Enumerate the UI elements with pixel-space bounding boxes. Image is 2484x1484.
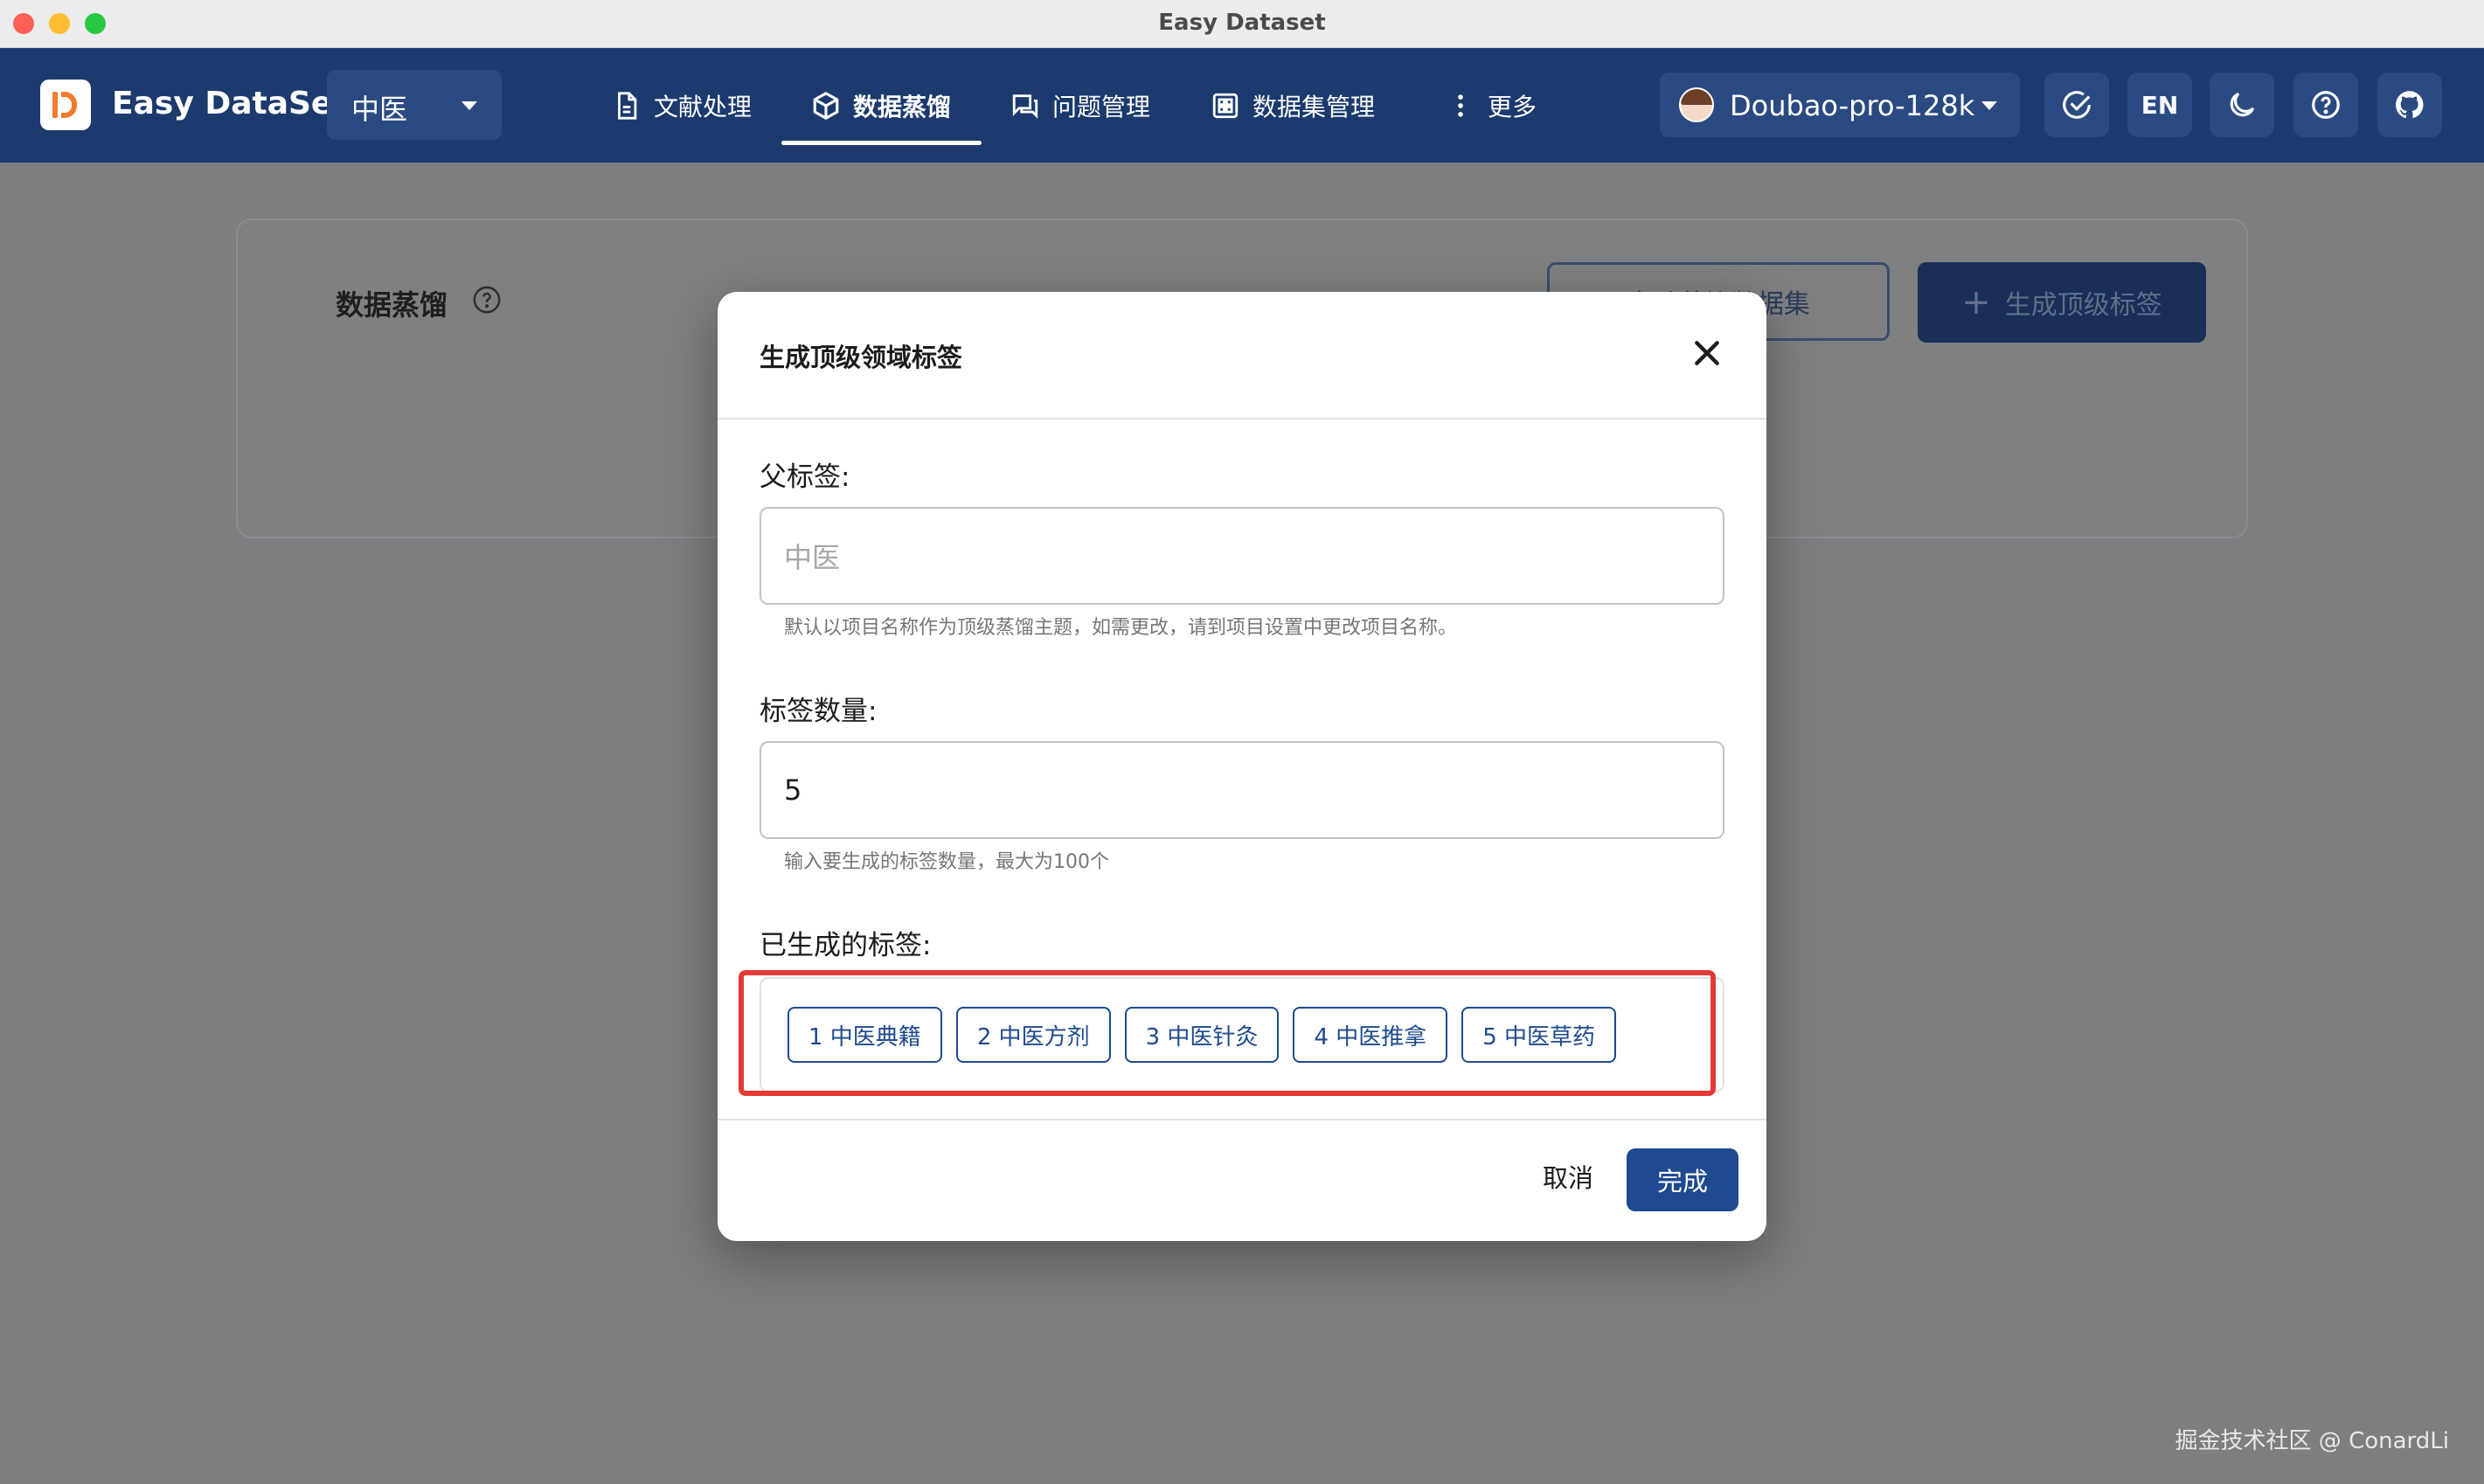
page-title: 数据蒸馏: [336, 288, 448, 322]
document-icon: [618, 92, 637, 120]
nav-item-distill[interactable]: 数据蒸馏: [811, 80, 951, 132]
parent-tag-label: 父标签:: [760, 461, 850, 493]
close-icon[interactable]: [1690, 336, 1724, 371]
theme-toggle-button[interactable]: [2210, 73, 2274, 137]
window-titlebar: Easy Dataset: [0, 0, 2484, 48]
cancel-button[interactable]: 取消: [1529, 1150, 1607, 1203]
tag-count-input[interactable]: 5: [760, 741, 1724, 839]
nav-item-label: 数据集管理: [1252, 93, 1376, 121]
tag-chip[interactable]: 4 中医推拿: [1293, 1007, 1448, 1063]
project-select-value: 中医: [351, 93, 408, 126]
window-title: Easy Dataset: [1158, 10, 1326, 36]
generate-top-tags-button-label: 生成顶级标签: [2004, 290, 2162, 321]
tag-chip[interactable]: 1 中医典籍: [788, 1007, 942, 1063]
nav-active-indicator: [781, 141, 982, 145]
moon-icon: [2230, 92, 2255, 117]
tag-chip[interactable]: 5 中医草药: [1461, 1007, 1617, 1063]
nav-item-label: 文献处理: [654, 93, 753, 121]
parent-tag-helper: 默认以项目名称作为顶级蒸馏主题，如需更改，请到项目设置中更改项目名称。: [784, 617, 1458, 639]
help-button[interactable]: [2293, 73, 2358, 137]
generated-tags-label: 已生成的标签:: [760, 930, 932, 961]
tag-count-label: 标签数量:: [760, 696, 878, 727]
nav-item-label: 更多: [1488, 93, 1537, 121]
model-avatar: [1679, 87, 1714, 122]
done-button[interactable]: 完成: [1627, 1148, 1738, 1211]
watermark: 掘金技术社区 @ ConardLi: [2175, 1428, 2449, 1454]
nav-item-label: 问题管理: [1052, 93, 1151, 121]
chevron-down-icon: [1981, 101, 1997, 110]
chevron-down-icon: [461, 101, 477, 110]
help-circle-icon: [2312, 91, 2340, 119]
app-logo-icon: [40, 80, 91, 130]
tag-chip[interactable]: 3 中医针灸: [1124, 1007, 1280, 1063]
tag-chip[interactable]: 2 中医方剂: [955, 1007, 1111, 1063]
parent-tag-input: 中医: [760, 507, 1724, 605]
nav-item-label: 数据蒸馏: [853, 93, 952, 121]
nav-item-more[interactable]: 更多: [1446, 80, 1537, 132]
cube-icon: [813, 92, 839, 120]
plus-icon: +: [1961, 282, 1991, 322]
more-vertical-icon: [1458, 94, 1463, 117]
nav-item-datasets[interactable]: 数据集管理: [1211, 80, 1375, 132]
grid-icon: [1212, 93, 1239, 119]
check-circle-icon: [2063, 91, 2091, 119]
task-status-button[interactable]: [2044, 73, 2109, 137]
generate-tags-dialog: 生成顶级领域标签 父标签: 中医 默认以项目名称作为顶级蒸馏主题，如需更改，请到…: [718, 292, 1766, 1241]
dialog-title: 生成顶级领域标签: [760, 343, 963, 372]
help-circle-icon[interactable]: [472, 285, 502, 315]
model-select[interactable]: Doubao-pro-128k: [1660, 73, 2020, 137]
generated-tags-list: 1 中医典籍 2 中医方剂 3 中医针灸 4 中医推拿 5 中医草药: [788, 1007, 1617, 1063]
app-header: Easy DataSet 中医 文献处理 数据蒸馏 问题管理 数据集管理 更多 …: [0, 48, 2484, 163]
brand-name: Easy DataSet: [112, 86, 348, 121]
chat-icon: [1012, 94, 1038, 119]
project-select[interactable]: 中医: [327, 70, 502, 140]
generate-top-tags-button[interactable]: + 生成顶级标签: [1918, 262, 2206, 343]
tag-count-helper: 输入要生成的标签数量，最大为100个: [784, 851, 1109, 873]
nav-item-questions[interactable]: 问题管理: [1010, 80, 1150, 132]
github-button[interactable]: [2377, 73, 2442, 137]
nav-item-documents[interactable]: 文献处理: [612, 80, 752, 132]
dialog-divider: [718, 1119, 1766, 1120]
github-icon: [2396, 91, 2424, 119]
model-select-value: Doubao-pro-128k: [1730, 89, 1975, 122]
language-button[interactable]: EN: [2127, 73, 2192, 137]
dialog-divider: [718, 418, 1766, 420]
